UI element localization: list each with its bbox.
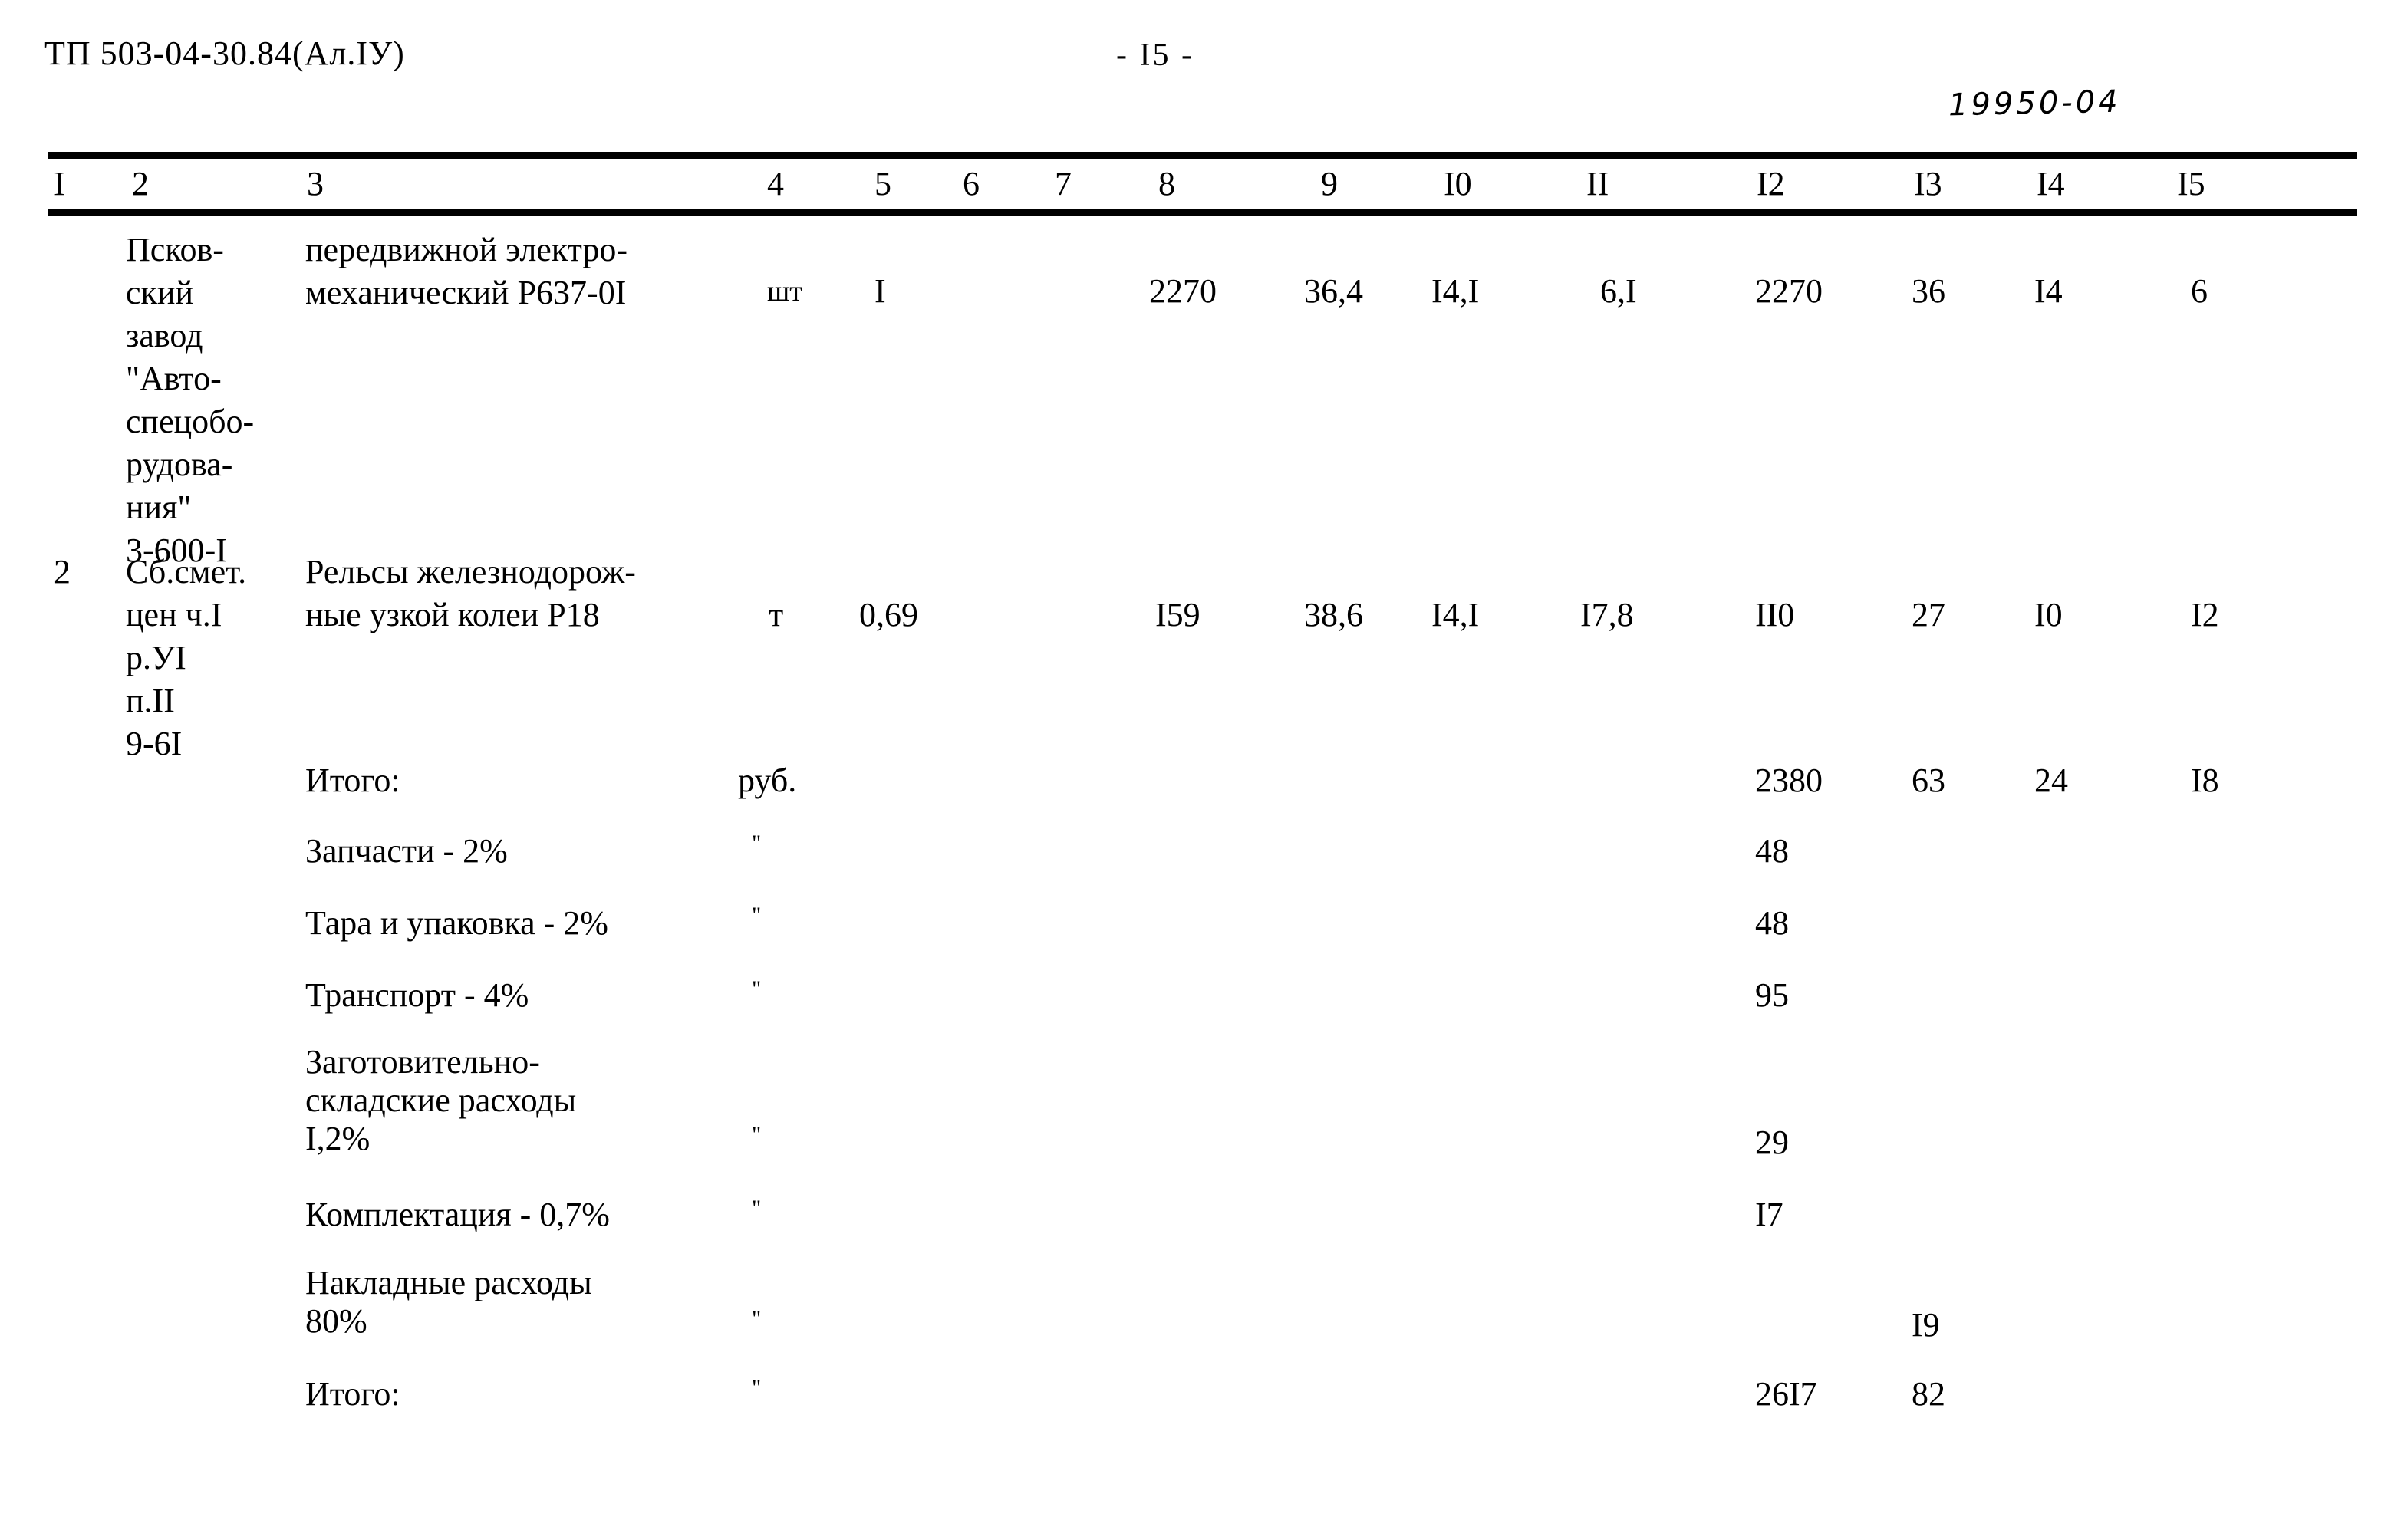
column-header-15: I5 [2177, 165, 2205, 202]
summary-total-1-col13: 63 [1912, 762, 1945, 799]
row2-col8: I59 [1155, 596, 1200, 633]
summary-unit-ditto-completion: " [752, 1196, 762, 1221]
column-header-11: II [1586, 165, 1609, 202]
summary-spare-parts-col12: 48 [1755, 832, 1789, 870]
row2-col12: II0 [1755, 596, 1795, 633]
summary-unit-total-1: руб. [738, 762, 797, 799]
summary-unit-ditto-packaging: " [752, 903, 762, 928]
summary-label-procurement-storage: Заготовительно- складские расходы I,2% [305, 1043, 577, 1157]
column-header-13: I3 [1914, 165, 1942, 202]
document-code: ТП 503-04-30.84(Ал.IУ) [44, 35, 405, 72]
summary-label-overhead: Накладные расходы 80% [305, 1264, 592, 1340]
row2-col9: 38,6 [1304, 596, 1363, 633]
summary-unit-ditto-procurement-storage: " [752, 1122, 762, 1147]
summary-total-2-col12: 26I7 [1755, 1375, 1817, 1413]
summary-label-spare-parts: Запчасти - 2% [305, 832, 508, 870]
row1-col8: 2270 [1149, 272, 1217, 310]
row2-col13: 27 [1912, 596, 1945, 633]
column-header-2: 2 [132, 165, 149, 202]
summary-unit-ditto-total-2: " [752, 1375, 762, 1400]
summary-unit-ditto-transport: " [752, 976, 762, 1002]
row1-col10: I4,I [1431, 272, 1480, 310]
summary-total-1-col12: 2380 [1755, 762, 1823, 799]
summary-unit-ditto-overhead: " [752, 1306, 762, 1331]
row1-col15: 6 [2191, 272, 2208, 310]
summary-procurement-storage-col12: 29 [1755, 1124, 1789, 1161]
column-header-5: 5 [874, 165, 891, 202]
summary-label-transport: Транспорт - 4% [305, 976, 529, 1014]
column-header-8: 8 [1158, 165, 1175, 202]
row1-col13: 36 [1912, 272, 1945, 310]
document-page: ТП 503-04-30.84(Ал.IУ) - I5 - 19950-04 I… [0, 0, 2401, 1540]
summary-transport-col12: 95 [1755, 976, 1789, 1014]
row1-col14: I4 [2034, 272, 2063, 310]
row2-col5: 0,69 [859, 596, 918, 633]
row1-col4: шт [767, 275, 802, 308]
row2-col2: Сб.смет. цен ч.I р.УI п.II 9-6I [126, 553, 247, 762]
column-header-3: 3 [307, 165, 324, 202]
row2-col1: 2 [54, 553, 71, 591]
summary-label-total-1: Итого: [305, 762, 400, 799]
summary-packaging-col12: 48 [1755, 904, 1789, 942]
row1-col3: передвижной электро- механический Р637-0… [305, 231, 628, 311]
page-number: - I5 - [1116, 38, 1194, 73]
row2-col14: I0 [2034, 596, 2063, 633]
row1-col2: Псков- ский завод "Авто- спецобо- рудова… [126, 231, 255, 569]
row2-col4: т [769, 596, 784, 633]
summary-label-packaging: Тара и упаковка - 2% [305, 904, 608, 942]
column-header-1: I [54, 165, 65, 202]
handwritten-stamp-number: 19950-04 [1948, 84, 2122, 123]
row2-col3: Рельсы железнодорож- ные узкой колеи Р18 [305, 553, 636, 633]
summary-label-completion: Комплектация - 0,7% [305, 1196, 610, 1233]
column-header-6: 6 [963, 165, 980, 202]
column-header-12: I2 [1757, 165, 1785, 202]
row2-col15: I2 [2191, 596, 2219, 633]
scan-bottom-edge [0, 1537, 2401, 1540]
summary-total-1-col14: 24 [2034, 762, 2068, 799]
column-header-14: I4 [2037, 165, 2065, 202]
summary-label-total-2: Итого: [305, 1375, 400, 1413]
summary-completion-col12: I7 [1755, 1196, 1783, 1233]
row2-col10: I4,I [1431, 596, 1480, 633]
table-bottom-rule [48, 209, 2357, 216]
table-top-rule [48, 152, 2357, 159]
column-header-9: 9 [1321, 165, 1338, 202]
row2-col11: I7,8 [1580, 596, 1634, 633]
summary-unit-ditto-spare-parts: " [752, 831, 762, 856]
row1-col5: I [874, 272, 886, 310]
column-header-10: I0 [1444, 165, 1472, 202]
summary-total-2-col13: 82 [1912, 1375, 1945, 1413]
summary-total-1-col15: I8 [2191, 762, 2219, 799]
row1-col12: 2270 [1755, 272, 1823, 310]
row1-col11: 6,I [1600, 272, 1637, 310]
column-header-7: 7 [1055, 165, 1072, 202]
row1-col9: 36,4 [1304, 272, 1363, 310]
column-header-4: 4 [767, 165, 784, 202]
summary-overhead-col13: I9 [1912, 1306, 1940, 1344]
